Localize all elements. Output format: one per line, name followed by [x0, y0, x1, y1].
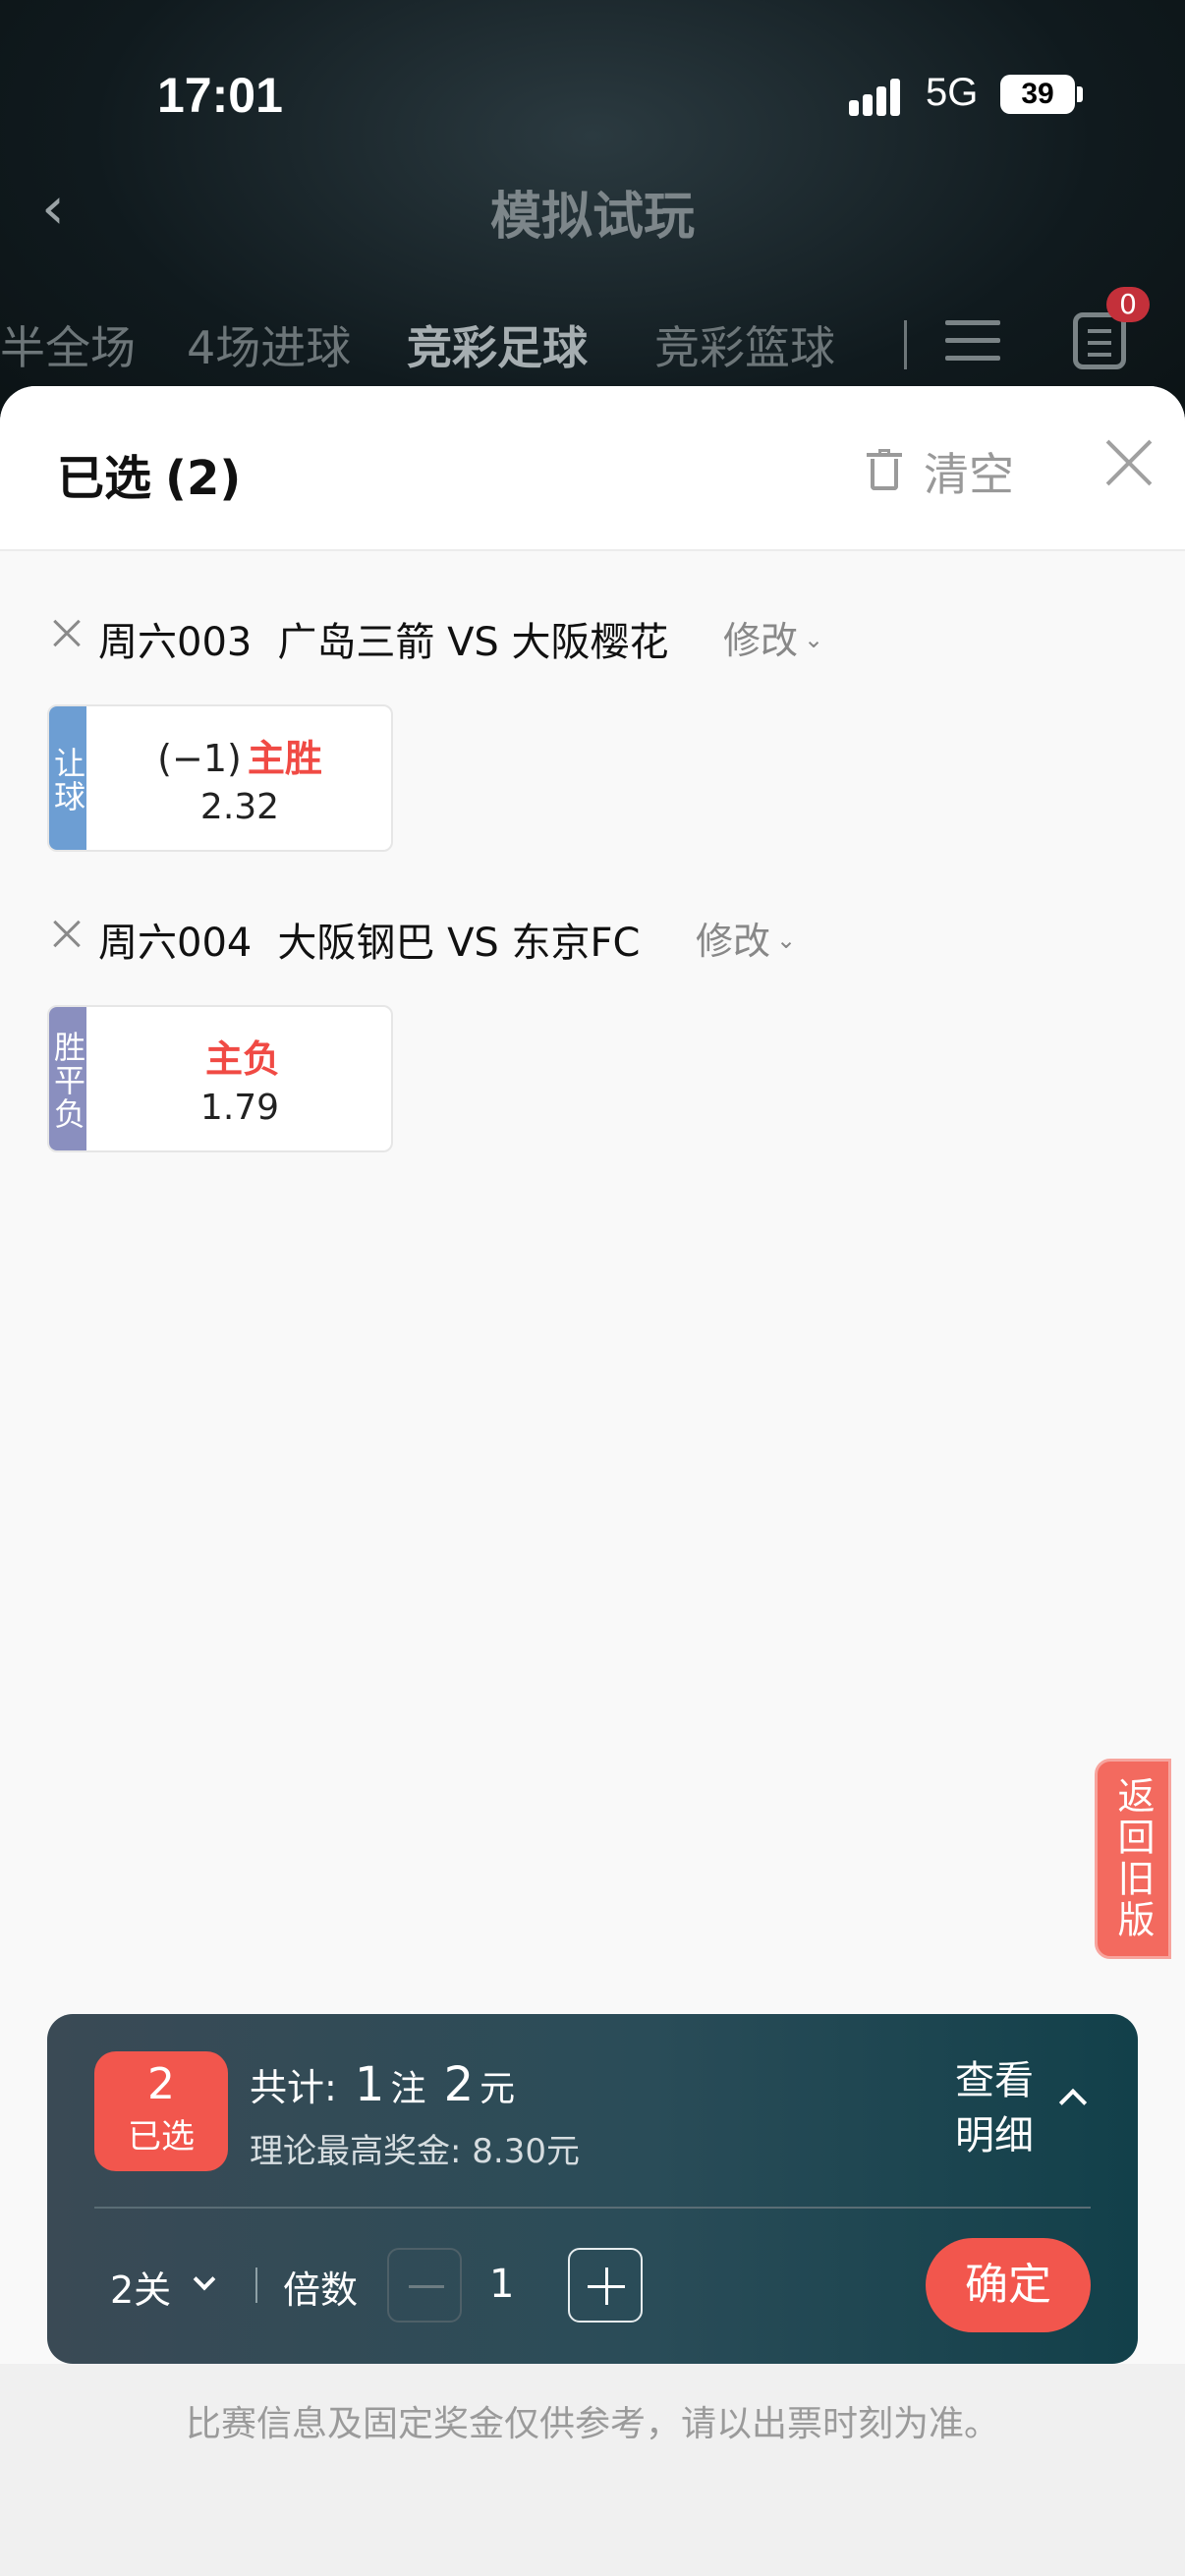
sheet-title: 已选 (2) [57, 439, 241, 508]
tab-divider [904, 320, 907, 369]
bet-unit: 注 [390, 2069, 426, 2109]
tab-half-full[interactable]: 半全场 [0, 312, 136, 377]
view-detail-button[interactable]: 查看明细 [955, 2053, 1053, 2163]
selected-badge: 2 已选 [94, 2051, 228, 2171]
max-prize: 理论最高奖金: 8.30元 [250, 2132, 580, 2171]
total-prefix: 共计: [250, 2066, 337, 2109]
pick-card[interactable]: 让球 (−1) 主胜 2.32 [47, 704, 393, 852]
pick-selection: (−1) 主胜 [86, 728, 391, 782]
total-line: 共计: 1注 2元 [250, 2057, 515, 2112]
bet-count: 1 [354, 2057, 385, 2112]
signal-icon [849, 77, 908, 116]
pick-odds: 1.79 [199, 1088, 280, 1128]
minus-button[interactable] [387, 2248, 462, 2323]
match-number: 周六004 [98, 921, 253, 966]
page-title: 模拟试玩 [489, 188, 695, 247]
selected-badge-label: 已选 [128, 2117, 195, 2156]
pick-card[interactable]: 胜平负 主负 1.79 [47, 1005, 393, 1152]
divider [255, 2268, 257, 2303]
remove-match-icon[interactable] [51, 919, 83, 950]
chevron-down-icon[interactable] [193, 2268, 216, 2291]
tab-jingcai-football[interactable]: 竞彩足球 [407, 312, 588, 377]
pick-result: 主负 [204, 1037, 280, 1081]
battery-tip [1077, 86, 1083, 102]
network-label: 5G [926, 71, 979, 114]
pass-type-select[interactable]: 2关 [110, 2260, 171, 2314]
selected-count: (2) [165, 451, 242, 506]
match-row: 周六004 大阪钢巴 VS 东京FC 修改 ⌄ [0, 911, 1185, 980]
multiple-label: 倍数 [283, 2268, 359, 2312]
modify-button[interactable]: 修改 ⌄ [696, 911, 796, 965]
modify-label: 修改 [723, 619, 799, 662]
amount-unit: 元 [480, 2069, 516, 2109]
pick-tag: 胜平负 [49, 1007, 86, 1150]
match-teams: 广岛三箭 VS 大阪樱花 [277, 620, 669, 665]
menu-icon[interactable] [945, 316, 1004, 365]
chevron-up-icon[interactable] [1058, 2088, 1088, 2117]
order-badge: 0 [1106, 287, 1150, 322]
pick-result: 主胜 [247, 737, 322, 780]
trash-icon[interactable] [867, 449, 902, 492]
clear-button[interactable]: 清空 [924, 439, 1014, 504]
panel-divider [94, 2207, 1091, 2209]
plus-button[interactable] [568, 2248, 643, 2323]
close-icon[interactable] [1099, 435, 1154, 490]
bet-amount: 2 [443, 2057, 475, 2112]
pick-tag: 让球 [49, 706, 86, 850]
background-header: 17:01 5G 39 ‹ 模拟试玩 半全场 4场进球 竞彩足球 竞彩篮球 0 [0, 0, 1185, 452]
tab-jingcai-basketball[interactable]: 竞彩篮球 [654, 312, 835, 377]
disclaimer-note: 比赛信息及固定奖金仅供参考，请以出票时刻为准。 [185, 2404, 999, 2444]
old-version-label: 返回旧版 [1111, 1776, 1155, 1941]
pick-odds: 2.32 [199, 787, 280, 827]
confirm-button[interactable]: 确定 [926, 2238, 1091, 2332]
status-bar: 17:01 5G 39 [0, 0, 1185, 187]
game-tabs: 半全场 4场进球 竞彩足球 竞彩篮球 [0, 312, 1185, 381]
match-title: 周六003 广岛三箭 VS 大阪樱花 [98, 610, 669, 667]
battery-icon: 39 [1000, 75, 1075, 114]
modify-button[interactable]: 修改 ⌄ [723, 610, 823, 664]
selected-badge-count: 2 [147, 2059, 175, 2109]
pick-handicap: (−1) [157, 737, 242, 780]
match-number: 周六003 [98, 620, 253, 665]
match-row: 周六003 广岛三箭 VS 大阪樱花 修改 ⌄ [0, 610, 1185, 679]
chevron-down-icon: ⌄ [804, 626, 824, 653]
multiple-value[interactable]: 1 [489, 2262, 514, 2307]
match-teams: 大阪钢巴 VS 东京FC [277, 921, 641, 966]
modify-label: 修改 [696, 920, 771, 963]
bet-panel: 2 已选 共计: 1注 2元 理论最高奖金: 8.30元 查看明细 2关 倍数 … [47, 2014, 1138, 2364]
sheet-title-label: 已选 [57, 451, 152, 506]
pick-selection: 主负 [86, 1029, 391, 1083]
footer: 比赛信息及固定奖金仅供参考，请以出票时刻为准。 [0, 2364, 1185, 2576]
status-time: 17:01 [157, 68, 283, 123]
match-title: 周六004 大阪钢巴 VS 东京FC [98, 911, 640, 968]
return-old-version-button[interactable]: 返回旧版 [1095, 1759, 1171, 1959]
remove-match-icon[interactable] [51, 618, 83, 649]
chevron-down-icon: ⌄ [776, 926, 797, 954]
tab-four-goals[interactable]: 4场进球 [187, 312, 351, 377]
sheet-header: 已选 (2) 清空 [0, 386, 1185, 551]
